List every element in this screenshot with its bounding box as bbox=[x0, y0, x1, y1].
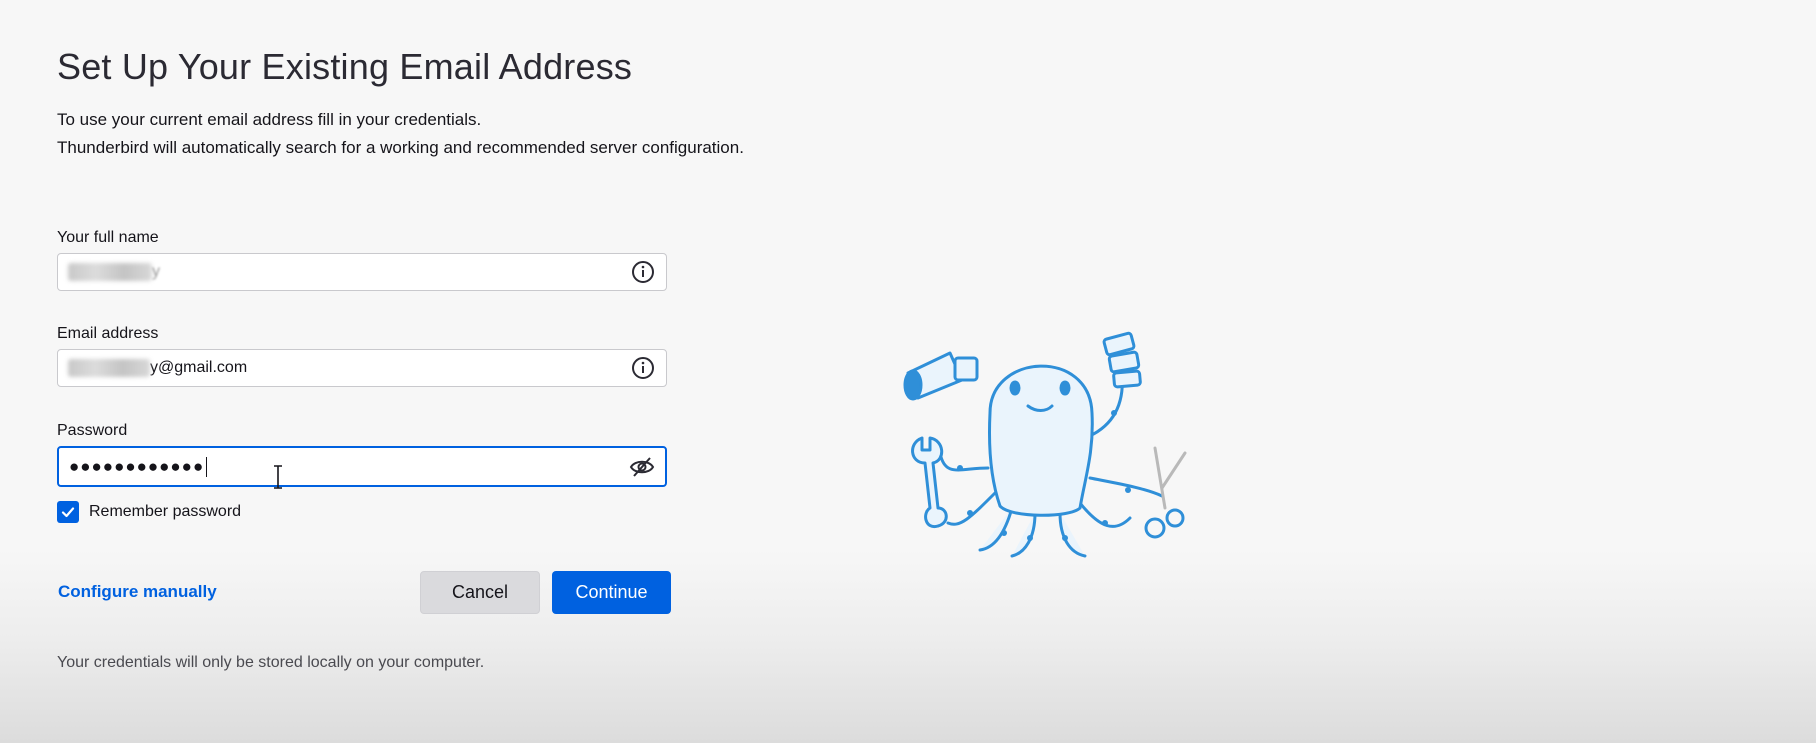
configure-manually-link[interactable]: Configure manually bbox=[58, 582, 217, 602]
eye-slash-icon[interactable] bbox=[629, 454, 655, 480]
intro-line-1: To use your current email address fill i… bbox=[57, 110, 482, 129]
octopus-mascot-illustration bbox=[903, 331, 1187, 558]
redacted-text bbox=[68, 263, 152, 281]
email-value: y@gmail.com bbox=[68, 350, 247, 386]
credentials-note: Your credentials will only be stored loc… bbox=[57, 654, 485, 671]
email-label: Email address bbox=[57, 325, 159, 342]
password-field[interactable]: ●●●●●●●●●●●● bbox=[57, 446, 667, 487]
password-masked-text: ●●●●●●●●●●●● bbox=[69, 457, 205, 476]
remember-password-label: Remember password bbox=[89, 503, 242, 520]
remember-password-row[interactable]: Remember password bbox=[57, 501, 241, 523]
full-name-label: Your full name bbox=[57, 229, 159, 246]
info-icon[interactable] bbox=[630, 355, 656, 381]
text-caret bbox=[206, 456, 208, 477]
password-label: Password bbox=[57, 422, 128, 439]
full-name-field[interactable]: y bbox=[57, 253, 667, 291]
email-field[interactable]: y@gmail.com bbox=[57, 349, 667, 387]
page-title: Set Up Your Existing Email Address bbox=[57, 46, 633, 87]
full-name-value-text: y bbox=[152, 263, 160, 280]
info-icon[interactable] bbox=[630, 259, 656, 285]
full-name-value: y bbox=[68, 254, 160, 290]
intro-line-2: Thunderbird will automatically search fo… bbox=[57, 138, 744, 157]
remember-password-checkbox[interactable] bbox=[57, 501, 79, 523]
continue-button[interactable]: Continue bbox=[552, 571, 671, 614]
text-cursor-icon bbox=[274, 465, 282, 489]
email-value-text: y@gmail.com bbox=[150, 359, 248, 376]
cancel-button[interactable]: Cancel bbox=[420, 571, 540, 614]
checkmark-icon bbox=[61, 507, 75, 518]
redacted-text bbox=[68, 359, 150, 377]
password-value: ●●●●●●●●●●●● bbox=[69, 448, 208, 485]
intro-text: To use your current email address fill i… bbox=[57, 106, 744, 162]
